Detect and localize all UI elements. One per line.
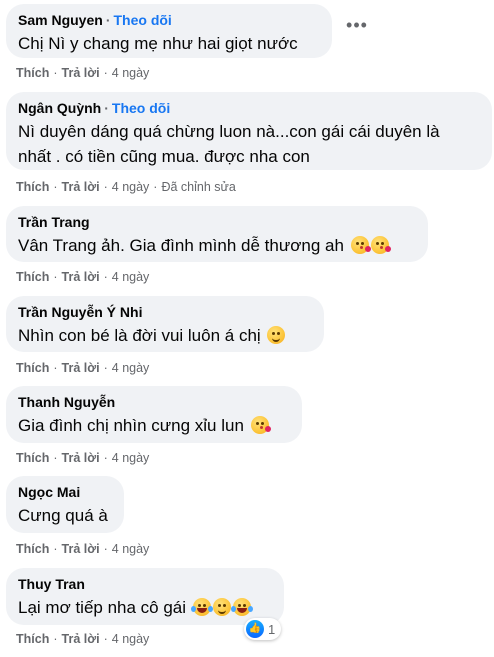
comment-time[interactable]: 4 ngày: [112, 542, 150, 556]
comment-bubble: Trần Nguyễn Ý Nhi Nhìn con bé là đời vui…: [6, 296, 324, 352]
comment-actions: Thích · Trả lời · 4 ngày: [16, 361, 150, 375]
comment-text: Nhìn con bé là đời vui luôn á chị: [18, 323, 312, 348]
comment-text-content: Vân Trang ảh. Gia đình mình dễ thương ah: [18, 236, 344, 255]
kiss-emoji-icon: [350, 236, 371, 254]
comment-actions: Thích · Trả lời · 4 ngày: [16, 270, 150, 284]
reaction-summary[interactable]: 👍 1: [244, 618, 282, 640]
comment-author[interactable]: Trần Trang: [18, 214, 90, 230]
like-button[interactable]: Thích: [16, 270, 49, 284]
comment-bubble: Trần Trang Vân Trang ảh. Gia đình mình d…: [6, 206, 428, 262]
edited-label: Đã chỉnh sửa: [161, 180, 236, 194]
comment-bubble: Sam Nguyen · Theo dõi Chị Nì y chang mẹ nh…: [6, 4, 332, 58]
comment-bubble: Ngân Quỳnh · Theo dõi Nì duyên dáng quá ch…: [6, 92, 492, 170]
comment-actions: Thích · Trả lời · 4 ngày: [16, 542, 150, 556]
grin-emoji-icon: [267, 326, 286, 344]
comment-bubble: Thuy Tran Lại mơ tiếp nha cô gái: [6, 568, 284, 625]
comment-author[interactable]: Thuy Tran: [18, 576, 85, 592]
comment-actions: Thích · Trả lời · 4 ngày: [16, 66, 150, 80]
follow-button[interactable]: Theo dõi: [113, 12, 171, 28]
comment-text-content: Gia đình chị nhìn cưng xỉu lun: [18, 416, 244, 435]
reply-button[interactable]: Trả lời: [62, 451, 100, 465]
comment-text: Gia đình chị nhìn cưng xỉu lun: [18, 413, 290, 438]
comment-text: Cưng quá à: [18, 506, 108, 525]
like-button[interactable]: Thích: [16, 632, 49, 646]
reply-button[interactable]: Trả lời: [62, 270, 100, 284]
comment-author[interactable]: Ngân Quỳnh: [18, 100, 101, 116]
like-button[interactable]: Thích: [16, 542, 49, 556]
comment-text-line: nhất . có tiền cũng mua. được nha con: [18, 147, 310, 166]
comment-actions: Thích · Trả lời · 4 ngày: [16, 451, 150, 465]
comment-actions: Thích · Trả lời · 4 ngày: [16, 632, 150, 646]
kiss-emoji-icon: [250, 416, 271, 434]
comment-time[interactable]: 4 ngày: [112, 270, 150, 284]
comment-author[interactable]: Sam Nguyen: [18, 12, 103, 28]
follow-button[interactable]: Theo dõi: [112, 100, 170, 116]
laugh-emoji-icon: [190, 598, 213, 616]
comment-author[interactable]: Trần Nguyễn Ý Nhi: [18, 304, 142, 320]
like-button[interactable]: Thích: [16, 361, 49, 375]
comment-actions: Thích · Trả lời · 4 ngày · Đã chỉnh sửa: [16, 180, 236, 194]
comment-bubble: Thanh Nguyễn Gia đình chị nhìn cưng xỉu …: [6, 386, 302, 443]
laugh-emoji-icon: [230, 598, 253, 616]
comment-text: Vân Trang ảh. Gia đình mình dễ thương ah: [18, 233, 416, 258]
kiss-emoji-icon: [370, 236, 391, 254]
like-button[interactable]: Thích: [16, 66, 49, 80]
comment-text-line: Nì duyên dáng quá chừng luon nà...con gá…: [18, 122, 440, 141]
separator-dot: ·: [105, 12, 111, 28]
comment-text: Chị Nì y chang mẹ như hai giọt nước: [18, 34, 298, 53]
reply-button[interactable]: Trả lời: [62, 632, 100, 646]
reply-button[interactable]: Trả lời: [62, 361, 100, 375]
comment-text-content: Lại mơ tiếp nha cô gái: [18, 598, 187, 617]
comment-text: Lại mơ tiếp nha cô gái: [18, 595, 272, 620]
like-button[interactable]: Thích: [16, 180, 49, 194]
comment-author[interactable]: Ngọc Mai: [18, 484, 80, 500]
separator-dot: ·: [104, 100, 109, 116]
like-button[interactable]: Thích: [16, 451, 49, 465]
comment-text-content: Nhìn con bé là đời vui luôn á chị: [18, 326, 261, 345]
comment-time[interactable]: 4 ngày: [112, 632, 150, 646]
comment-time[interactable]: 4 ngày: [112, 66, 150, 80]
more-options-icon[interactable]: •••: [345, 16, 369, 35]
comment-time[interactable]: 4 ngày: [112, 361, 150, 375]
reaction-count: 1: [268, 621, 276, 637]
comment-bubble: Ngọc Mai Cưng quá à: [6, 476, 124, 533]
reply-button[interactable]: Trả lời: [62, 542, 100, 556]
comment-time[interactable]: 4 ngày: [112, 180, 150, 194]
grin-emoji-icon: [212, 598, 231, 616]
reply-button[interactable]: Trả lời: [62, 66, 100, 80]
comment-time[interactable]: 4 ngày: [112, 451, 150, 465]
comment-author[interactable]: Thanh Nguyễn: [18, 394, 115, 410]
reply-button[interactable]: Trả lời: [62, 180, 100, 194]
like-reaction-icon: 👍: [246, 620, 264, 638]
